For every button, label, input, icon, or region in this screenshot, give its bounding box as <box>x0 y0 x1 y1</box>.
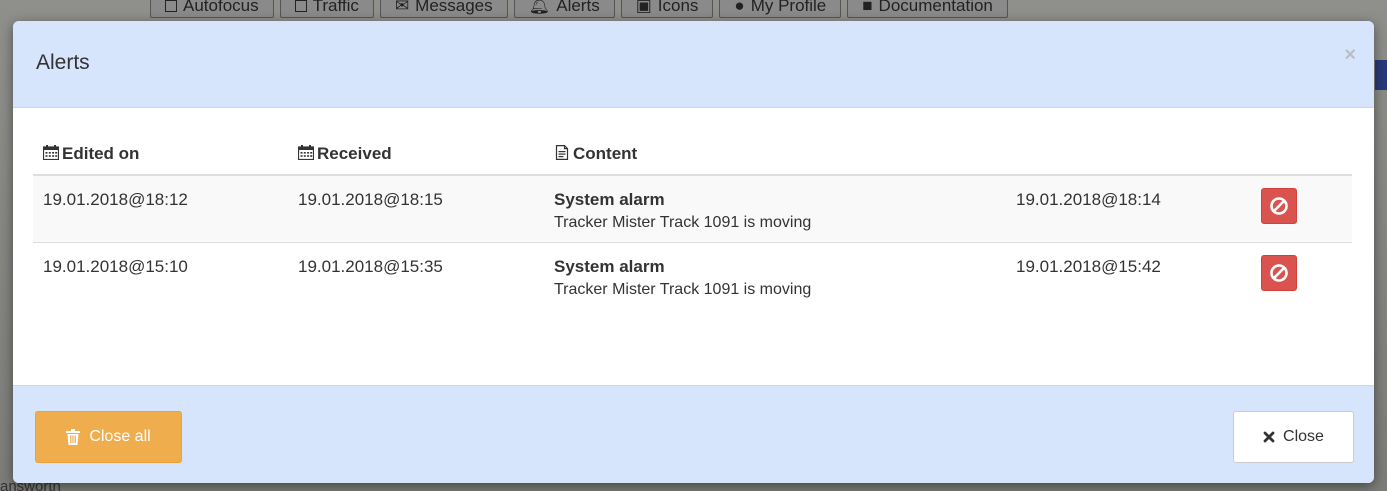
toolbar-documentation-label: Documentation <box>878 0 993 15</box>
cell-edited-on: 19.01.2018@18:12 <box>33 174 288 243</box>
cell-edited-on: 19.01.2018@15:10 <box>33 242 288 309</box>
document-icon <box>555 145 569 160</box>
table-row: 19.01.2018@18:12 19.01.2018@18:15 System… <box>33 174 1352 243</box>
alert-message: Tracker Mister Track 1091 is moving <box>554 281 812 298</box>
alerts-table: Edited on Received Content 19.01.2018@18… <box>33 134 1352 309</box>
ban-icon <box>1270 264 1288 282</box>
top-toolbar: Autofocus Traffic ✉ Messages 🔔︎ Alerts ▣… <box>150 0 1008 22</box>
column-header-edited-on: Edited on <box>33 134 288 176</box>
close-label: Close <box>1283 428 1324 445</box>
close-all-button[interactable]: Close all <box>35 411 182 463</box>
toolbar-alerts[interactable]: 🔔︎ Alerts <box>513 0 615 18</box>
modal-header: Alerts × <box>13 21 1374 108</box>
toolbar-messages[interactable]: ✉ Messages <box>379 0 508 18</box>
checkbox-icon <box>165 0 177 12</box>
cell-received: 19.01.2018@18:15 <box>288 174 544 243</box>
modal-title: Alerts <box>36 51 90 74</box>
alert-title: System alarm <box>554 257 665 276</box>
ban-icon <box>1270 197 1288 215</box>
cell-actions <box>1251 174 1352 243</box>
delete-alert-button[interactable] <box>1261 188 1297 224</box>
column-header-actions <box>1251 134 1352 176</box>
column-header-content-label: Content <box>573 144 638 163</box>
toolbar-autofocus[interactable]: Autofocus <box>150 0 274 18</box>
column-header-received: Received <box>288 134 544 176</box>
toolbar-traffic-label: Traffic <box>312 0 359 15</box>
cell-actions <box>1251 242 1352 309</box>
cell-content: System alarm Tracker Mister Track 1091 i… <box>544 174 1006 243</box>
toolbar-icons-label: Icons <box>657 0 699 15</box>
image-icon: ▣ <box>635 0 652 15</box>
bell-icon: 🔔︎ <box>528 0 551 15</box>
column-header-timestamp <box>1006 134 1251 176</box>
table-header-row: Edited on Received Content <box>33 134 1352 176</box>
alert-title: System alarm <box>554 190 665 209</box>
close-icon[interactable]: × <box>1344 45 1356 65</box>
column-header-received-label: Received <box>317 144 392 163</box>
envelope-icon: ✉ <box>394 0 410 15</box>
toolbar-autofocus-label: Autofocus <box>183 0 259 15</box>
cell-timestamp: 19.01.2018@15:42 <box>1006 242 1251 309</box>
book-icon: ■ <box>862 0 873 15</box>
user-icon: ● <box>734 0 745 15</box>
toolbar-icons[interactable]: ▣ Icons <box>620 0 714 18</box>
calendar-icon <box>298 145 314 160</box>
calendar-icon <box>43 145 59 160</box>
toolbar-messages-label: Messages <box>415 0 493 15</box>
delete-alert-button[interactable] <box>1261 255 1297 291</box>
toolbar-alerts-label: Alerts <box>556 0 600 15</box>
modal-body: Edited on Received Content 19.01.2018@18… <box>13 108 1374 386</box>
close-button[interactable]: Close <box>1233 411 1354 463</box>
checkbox-icon <box>294 0 307 12</box>
toolbar-traffic[interactable]: Traffic <box>279 0 374 18</box>
trash-icon <box>66 429 81 445</box>
cell-content: System alarm Tracker Mister Track 1091 i… <box>544 242 1006 309</box>
modal-footer: Close all Close <box>13 385 1374 483</box>
cell-received: 19.01.2018@15:35 <box>288 242 544 309</box>
close-all-label: Close all <box>89 428 151 445</box>
toolbar-documentation[interactable]: ■ Documentation <box>847 0 1008 18</box>
map-side-tab <box>1375 60 1387 90</box>
alert-message: Tracker Mister Track 1091 is moving <box>554 214 812 231</box>
times-icon <box>1263 431 1275 443</box>
toolbar-my-profile[interactable]: ● My Profile <box>719 0 842 18</box>
cell-timestamp: 19.01.2018@18:14 <box>1006 174 1251 243</box>
column-header-edited-on-label: Edited on <box>62 144 140 163</box>
table-row: 19.01.2018@15:10 19.01.2018@15:35 System… <box>33 242 1352 309</box>
toolbar-my-profile-label: My Profile <box>750 0 827 15</box>
column-header-content: Content <box>544 134 1006 176</box>
alerts-modal: Alerts × Edited on Received Content 19.0… <box>13 21 1374 483</box>
